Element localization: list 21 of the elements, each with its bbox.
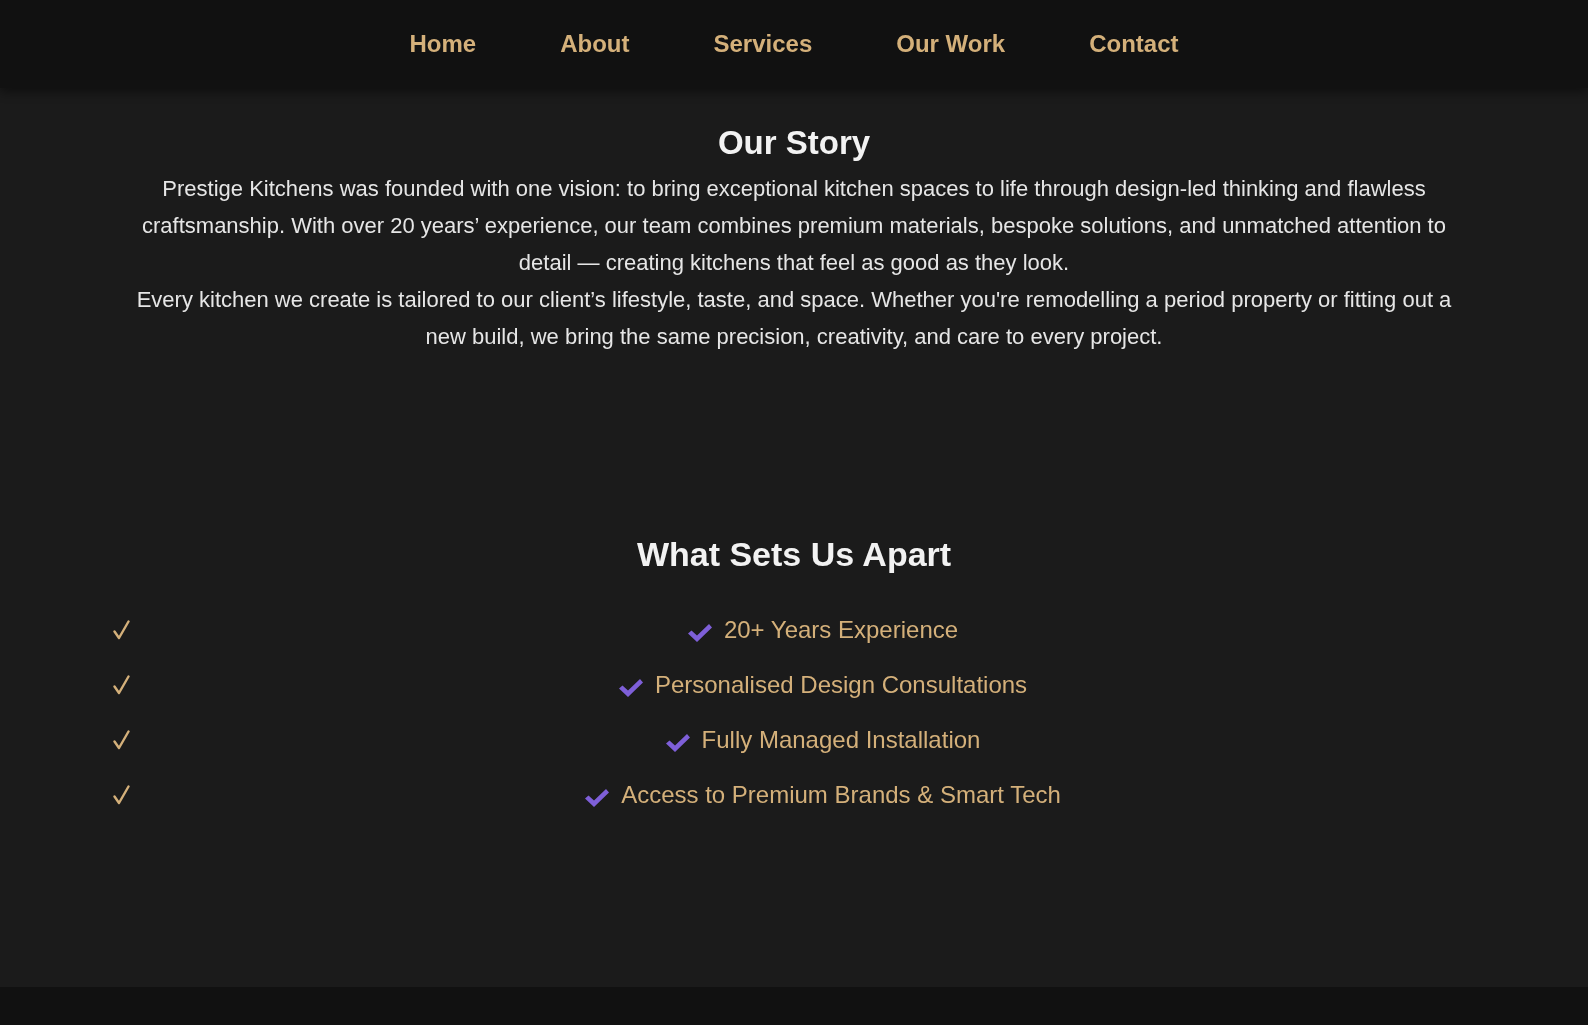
check-icon [584,787,611,808]
check-icon [113,784,130,805]
feature-text: 20+ Years Experience [723,614,959,645]
check-icon [617,677,644,698]
feature-text: Fully Managed Installation [701,724,981,755]
nav-link[interactable]: Home [409,29,477,59]
nav-link[interactable]: Services [713,29,813,59]
nav-link[interactable]: Our Work [896,29,1006,59]
check-icon [686,622,713,643]
nav-link[interactable]: Contact [1089,29,1179,59]
section-heading: What Sets Us Apart [636,534,952,575]
nav-link[interactable]: About [560,29,630,59]
check-icon [664,732,691,753]
story-paragraph: Every kitchen we create is tailored to our client’s lifestyle, taste, and space. Whether you're remodelling a period property or fitting out a new build, we bring the same precision, creativity, and care to every project. [136,286,1452,351]
feature-text: Personalised Design Consultations [654,669,1028,700]
feature-text: Access to Premium Brands & Smart Tech [621,779,1061,810]
check-icon [113,619,130,640]
section-heading: Our Story [717,124,871,162]
story-paragraph: Prestige Kitchens was founded with one vision: to bring exceptional kitchen spaces to life through design-led thinking and flawless craftsmanship. With over 20 years’ experience, our team combines premium materials, bespoke solutions, and unmatched attention to detail — creating kitchens that feel as good as they look. [141,175,1447,277]
check-icon [113,674,130,695]
check-icon [113,729,130,750]
